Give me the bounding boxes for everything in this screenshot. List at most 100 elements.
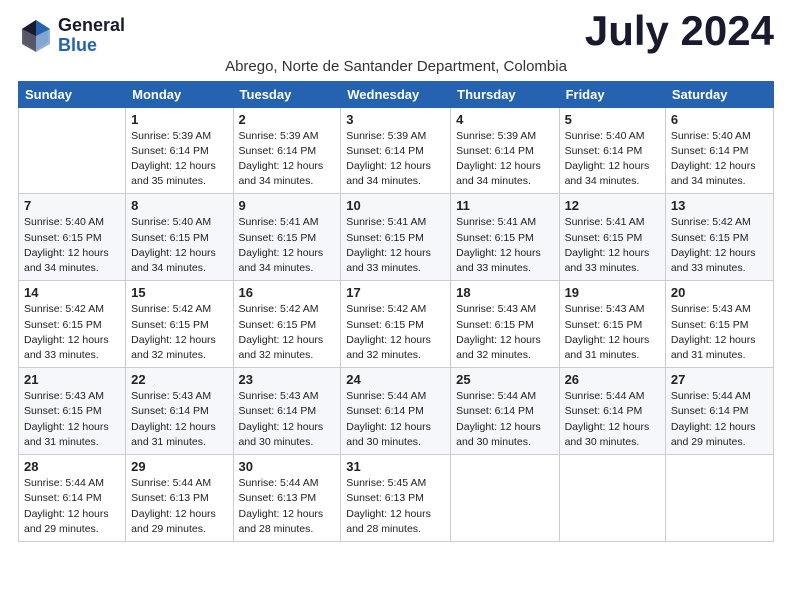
day-info: Sunrise: 5:43 AMSunset: 6:15 PMDaylight:… [565,303,650,361]
day-info: Sunrise: 5:43 AMSunset: 6:14 PMDaylight:… [131,390,216,448]
calendar-week-row: 14 Sunrise: 5:42 AMSunset: 6:15 PMDaylig… [19,281,774,368]
table-row: 1 Sunrise: 5:39 AMSunset: 6:14 PMDayligh… [126,107,233,194]
table-row [665,455,773,542]
day-info: Sunrise: 5:42 AMSunset: 6:15 PMDaylight:… [24,303,109,361]
day-number: 23 [239,372,336,387]
day-number: 11 [456,198,553,213]
col-sunday: Sunday [19,81,126,107]
day-number: 24 [346,372,445,387]
table-row [559,455,665,542]
table-row: 28 Sunrise: 5:44 AMSunset: 6:14 PMDaylig… [19,455,126,542]
calendar-table: Sunday Monday Tuesday Wednesday Thursday… [18,81,774,542]
day-info: Sunrise: 5:44 AMSunset: 6:13 PMDaylight:… [239,477,324,535]
table-row: 15 Sunrise: 5:42 AMSunset: 6:15 PMDaylig… [126,281,233,368]
table-row: 31 Sunrise: 5:45 AMSunset: 6:13 PMDaylig… [341,455,451,542]
calendar-week-row: 21 Sunrise: 5:43 AMSunset: 6:15 PMDaylig… [19,368,774,455]
col-wednesday: Wednesday [341,81,451,107]
logo-general-text: General [58,16,125,36]
day-number: 27 [671,372,768,387]
table-row: 5 Sunrise: 5:40 AMSunset: 6:14 PMDayligh… [559,107,665,194]
calendar-week-row: 1 Sunrise: 5:39 AMSunset: 6:14 PMDayligh… [19,107,774,194]
day-number: 15 [131,285,227,300]
calendar-week-row: 28 Sunrise: 5:44 AMSunset: 6:14 PMDaylig… [19,455,774,542]
day-info: Sunrise: 5:42 AMSunset: 6:15 PMDaylight:… [346,303,431,361]
day-number: 25 [456,372,553,387]
day-info: Sunrise: 5:39 AMSunset: 6:14 PMDaylight:… [346,130,431,188]
day-info: Sunrise: 5:45 AMSunset: 6:13 PMDaylight:… [346,477,431,535]
table-row: 3 Sunrise: 5:39 AMSunset: 6:14 PMDayligh… [341,107,451,194]
table-row: 6 Sunrise: 5:40 AMSunset: 6:14 PMDayligh… [665,107,773,194]
day-info: Sunrise: 5:41 AMSunset: 6:15 PMDaylight:… [346,216,431,274]
col-thursday: Thursday [451,81,559,107]
day-number: 19 [565,285,660,300]
col-monday: Monday [126,81,233,107]
day-number: 28 [24,459,120,474]
col-saturday: Saturday [665,81,773,107]
day-info: Sunrise: 5:43 AMSunset: 6:14 PMDaylight:… [239,390,324,448]
table-row: 2 Sunrise: 5:39 AMSunset: 6:14 PMDayligh… [233,107,341,194]
day-info: Sunrise: 5:44 AMSunset: 6:14 PMDaylight:… [671,390,756,448]
day-info: Sunrise: 5:40 AMSunset: 6:15 PMDaylight:… [131,216,216,274]
table-row: 27 Sunrise: 5:44 AMSunset: 6:14 PMDaylig… [665,368,773,455]
month-title: July 2024 [585,10,774,52]
day-info: Sunrise: 5:44 AMSunset: 6:14 PMDaylight:… [24,477,109,535]
day-number: 31 [346,459,445,474]
day-number: 1 [131,112,227,127]
day-info: Sunrise: 5:39 AMSunset: 6:14 PMDaylight:… [131,130,216,188]
table-row: 19 Sunrise: 5:43 AMSunset: 6:15 PMDaylig… [559,281,665,368]
day-number: 13 [671,198,768,213]
day-info: Sunrise: 5:44 AMSunset: 6:13 PMDaylight:… [131,477,216,535]
table-row: 9 Sunrise: 5:41 AMSunset: 6:15 PMDayligh… [233,194,341,281]
day-info: Sunrise: 5:42 AMSunset: 6:15 PMDaylight:… [131,303,216,361]
table-row: 24 Sunrise: 5:44 AMSunset: 6:14 PMDaylig… [341,368,451,455]
table-row: 17 Sunrise: 5:42 AMSunset: 6:15 PMDaylig… [341,281,451,368]
day-number: 7 [24,198,120,213]
day-info: Sunrise: 5:43 AMSunset: 6:15 PMDaylight:… [456,303,541,361]
day-number: 18 [456,285,553,300]
day-info: Sunrise: 5:40 AMSunset: 6:15 PMDaylight:… [24,216,109,274]
table-row: 14 Sunrise: 5:42 AMSunset: 6:15 PMDaylig… [19,281,126,368]
table-row [19,107,126,194]
col-friday: Friday [559,81,665,107]
day-info: Sunrise: 5:43 AMSunset: 6:15 PMDaylight:… [24,390,109,448]
table-row: 30 Sunrise: 5:44 AMSunset: 6:13 PMDaylig… [233,455,341,542]
day-number: 4 [456,112,553,127]
table-row: 7 Sunrise: 5:40 AMSunset: 6:15 PMDayligh… [19,194,126,281]
day-number: 22 [131,372,227,387]
day-info: Sunrise: 5:43 AMSunset: 6:15 PMDaylight:… [671,303,756,361]
day-number: 26 [565,372,660,387]
day-info: Sunrise: 5:39 AMSunset: 6:14 PMDaylight:… [239,130,324,188]
day-number: 3 [346,112,445,127]
table-row: 12 Sunrise: 5:41 AMSunset: 6:15 PMDaylig… [559,194,665,281]
day-info: Sunrise: 5:40 AMSunset: 6:14 PMDaylight:… [671,130,756,188]
table-row: 22 Sunrise: 5:43 AMSunset: 6:14 PMDaylig… [126,368,233,455]
day-number: 12 [565,198,660,213]
table-row: 8 Sunrise: 5:40 AMSunset: 6:15 PMDayligh… [126,194,233,281]
day-info: Sunrise: 5:42 AMSunset: 6:15 PMDaylight:… [239,303,324,361]
day-info: Sunrise: 5:42 AMSunset: 6:15 PMDaylight:… [671,216,756,274]
day-number: 16 [239,285,336,300]
col-tuesday: Tuesday [233,81,341,107]
logo-text: General Blue [58,16,125,56]
day-info: Sunrise: 5:41 AMSunset: 6:15 PMDaylight:… [239,216,324,274]
day-info: Sunrise: 5:44 AMSunset: 6:14 PMDaylight:… [565,390,650,448]
table-row: 11 Sunrise: 5:41 AMSunset: 6:15 PMDaylig… [451,194,559,281]
day-number: 20 [671,285,768,300]
day-number: 29 [131,459,227,474]
table-row: 21 Sunrise: 5:43 AMSunset: 6:15 PMDaylig… [19,368,126,455]
day-number: 17 [346,285,445,300]
day-info: Sunrise: 5:44 AMSunset: 6:14 PMDaylight:… [346,390,431,448]
day-info: Sunrise: 5:41 AMSunset: 6:15 PMDaylight:… [456,216,541,274]
table-row: 29 Sunrise: 5:44 AMSunset: 6:13 PMDaylig… [126,455,233,542]
table-row: 25 Sunrise: 5:44 AMSunset: 6:14 PMDaylig… [451,368,559,455]
day-number: 2 [239,112,336,127]
day-number: 8 [131,198,227,213]
table-row: 10 Sunrise: 5:41 AMSunset: 6:15 PMDaylig… [341,194,451,281]
logo-blue-text: Blue [58,36,125,56]
calendar-page: General Blue July 2024 Abrego, Norte de … [0,0,792,552]
table-row: 13 Sunrise: 5:42 AMSunset: 6:15 PMDaylig… [665,194,773,281]
calendar-week-row: 7 Sunrise: 5:40 AMSunset: 6:15 PMDayligh… [19,194,774,281]
subtitle: Abrego, Norte de Santander Department, C… [18,58,774,75]
day-number: 6 [671,112,768,127]
day-number: 14 [24,285,120,300]
